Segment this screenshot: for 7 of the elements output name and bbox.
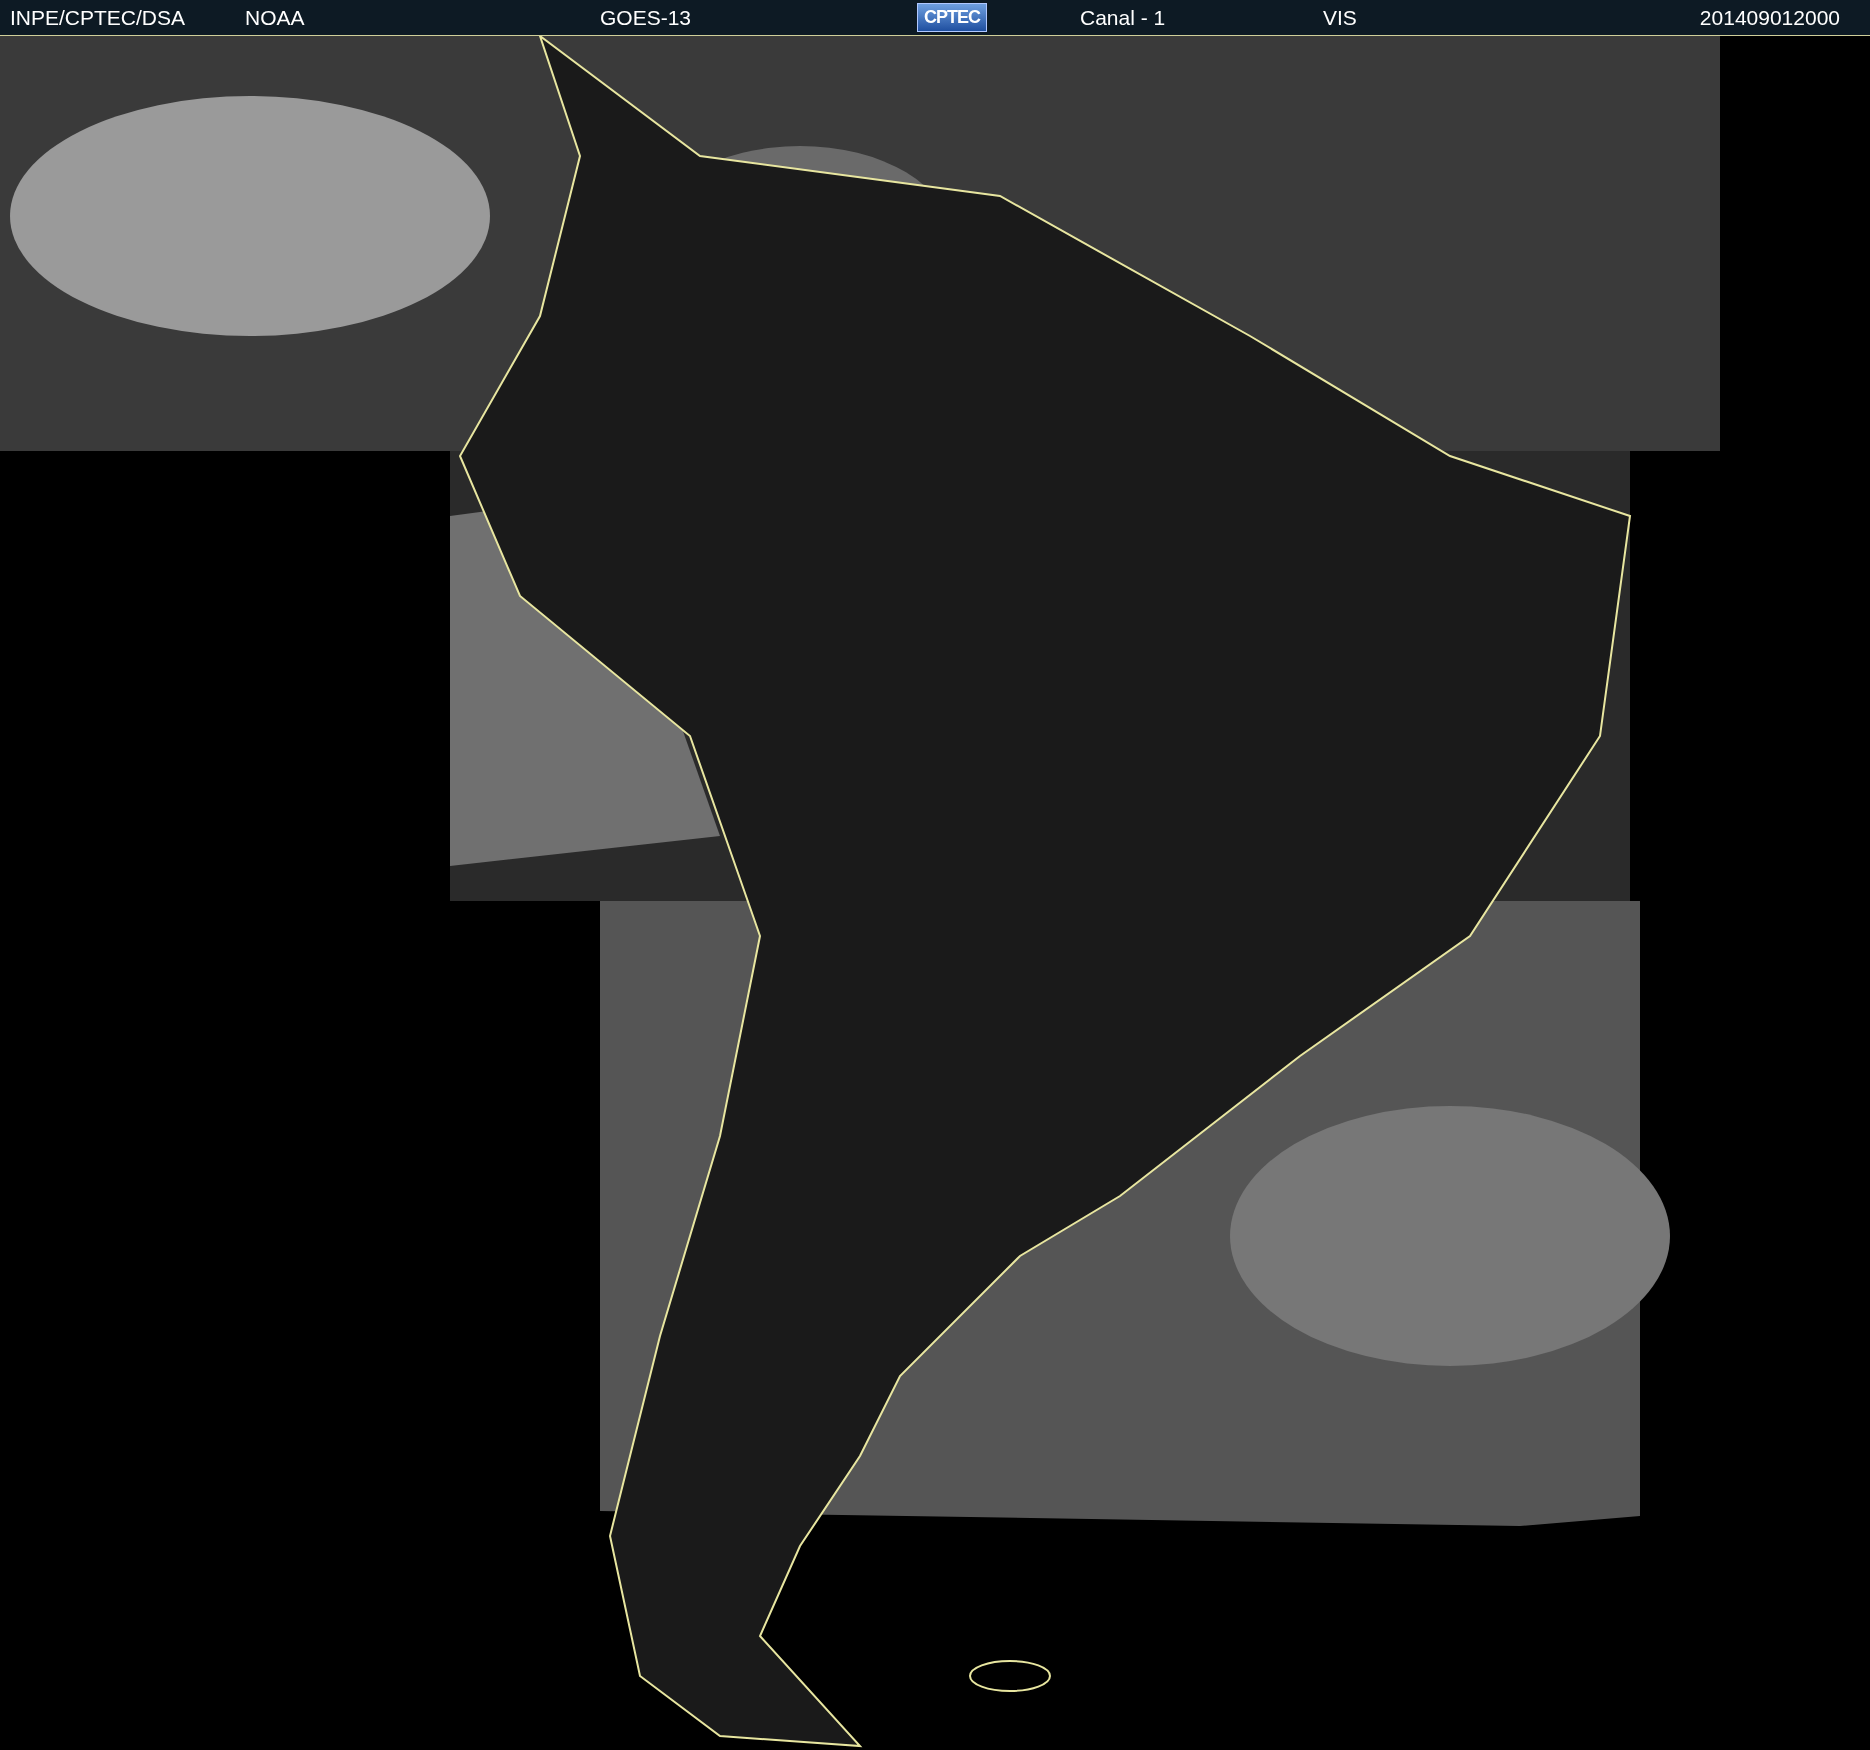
logo: CPTEC [917, 3, 987, 32]
header-label: INPE/CPTEC/DSA [10, 5, 187, 30]
header-label: GOES-13 [600, 5, 693, 30]
header-label: Canal - 1 [1080, 5, 1167, 30]
header-label: NOAA [245, 5, 306, 30]
header-label: 201409012000 [1699, 5, 1840, 30]
header-label: VIS [1323, 5, 1358, 30]
